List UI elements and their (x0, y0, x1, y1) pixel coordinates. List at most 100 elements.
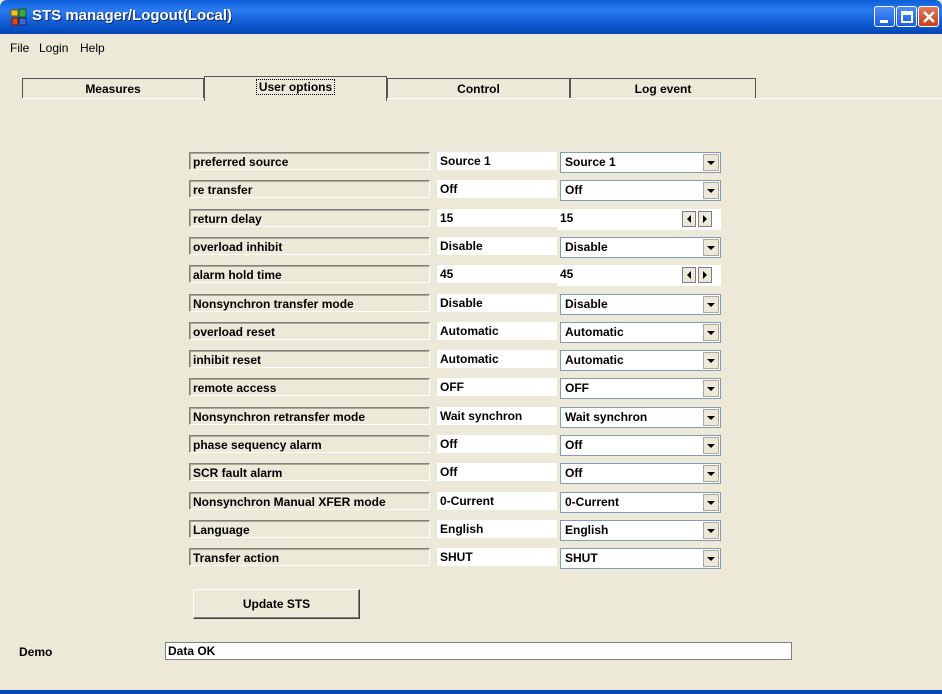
menu-help[interactable]: Help (80, 41, 105, 55)
dropdown-arrow-button[interactable] (703, 154, 719, 171)
option-label: Nonsynchron transfer mode (189, 294, 430, 312)
dropdown-value: Automatic (565, 325, 624, 339)
tab-log-event[interactable]: Log event (570, 78, 756, 98)
option-current-value: Off (437, 435, 557, 453)
option-dropdown[interactable]: OFF (560, 378, 721, 399)
chevron-down-icon (707, 472, 715, 476)
window-bottom-border (0, 690, 942, 694)
option-dropdown[interactable]: Off (560, 180, 721, 201)
option-current-value: OFF (437, 378, 557, 396)
dropdown-value: Off (565, 466, 583, 480)
option-current-value: Automatic (437, 322, 557, 340)
dropdown-arrow-button[interactable] (703, 296, 719, 313)
dropdown-arrow-button[interactable] (703, 324, 719, 341)
chevron-down-icon (707, 246, 715, 250)
dropdown-value: OFF (565, 381, 589, 395)
dropdown-value: Source 1 (565, 155, 616, 169)
dropdown-value: Wait synchron (565, 410, 648, 424)
option-current-value: Automatic (437, 350, 557, 368)
dropdown-arrow-button[interactable] (703, 239, 719, 256)
spinner-value: 45 (560, 267, 574, 281)
dropdown-arrow-button[interactable] (703, 522, 719, 539)
tab-user-options[interactable]: User options (204, 76, 387, 101)
update-sts-button[interactable]: Update STS (193, 589, 360, 619)
chevron-down-icon (707, 557, 715, 561)
spin-left-button[interactable] (682, 211, 696, 227)
spin-right-button[interactable] (698, 211, 712, 227)
option-label: alarm hold time (189, 265, 430, 283)
option-dropdown[interactable]: Disable (560, 237, 721, 258)
dropdown-value: SHUT (565, 551, 598, 565)
tab-label: Measures (85, 82, 141, 96)
option-label: re transfer (189, 180, 430, 198)
status-message: Data OK (165, 642, 792, 660)
option-current-value: 45 (437, 265, 557, 283)
tab-label: Control (457, 82, 500, 96)
option-spinner[interactable]: 15 (557, 209, 721, 230)
minimize-button[interactable] (874, 6, 895, 27)
dropdown-value: Off (565, 438, 583, 452)
dropdown-value: Disable (565, 240, 608, 254)
option-dropdown[interactable]: Wait synchron (560, 407, 721, 428)
chevron-down-icon (707, 444, 715, 448)
dropdown-value: Disable (565, 297, 608, 311)
option-dropdown[interactable]: English (560, 520, 721, 541)
triangle-right-icon (703, 215, 707, 223)
chevron-down-icon (707, 416, 715, 420)
title-bar[interactable]: STS manager/Logout(Local) (0, 0, 942, 34)
option-dropdown[interactable]: Off (560, 463, 721, 484)
option-current-value: English (437, 520, 557, 538)
tab-measures[interactable]: Measures (22, 78, 204, 98)
option-label: Language (189, 520, 430, 538)
dropdown-arrow-button[interactable] (703, 182, 719, 199)
option-label: inhibit reset (189, 350, 430, 368)
spinner-value: 15 (560, 211, 574, 225)
option-dropdown[interactable]: Source 1 (560, 152, 721, 173)
option-label: remote access (189, 378, 430, 396)
maximize-button[interactable] (896, 6, 917, 27)
option-label: return delay (189, 209, 430, 227)
option-label: SCR fault alarm (189, 463, 430, 481)
dropdown-value: Off (565, 183, 583, 197)
dropdown-arrow-button[interactable] (703, 352, 719, 369)
option-current-value: 15 (437, 209, 557, 227)
option-current-value: Off (437, 180, 557, 198)
tab-control[interactable]: Control (387, 78, 570, 98)
chevron-down-icon (707, 331, 715, 335)
dropdown-arrow-button[interactable] (703, 380, 719, 397)
option-dropdown[interactable]: Off (560, 435, 721, 456)
menu-file[interactable]: File (10, 41, 29, 55)
dropdown-arrow-button[interactable] (703, 550, 719, 567)
option-current-value: Disable (437, 237, 557, 255)
dropdown-arrow-button[interactable] (703, 437, 719, 454)
option-label: Nonsynchron retransfer mode (189, 407, 430, 425)
option-dropdown[interactable]: SHUT (560, 548, 721, 569)
close-button[interactable] (918, 6, 939, 27)
tab-label: User options (255, 79, 336, 95)
option-current-value: SHUT (437, 548, 557, 566)
option-dropdown[interactable]: 0-Current (560, 492, 721, 513)
option-dropdown[interactable]: Automatic (560, 350, 721, 371)
option-label: phase sequency alarm (189, 435, 430, 453)
dropdown-value: English (565, 523, 609, 537)
menu-bar (0, 34, 942, 56)
spin-left-button[interactable] (682, 267, 696, 283)
chevron-down-icon (707, 303, 715, 307)
chevron-down-icon (707, 161, 715, 165)
option-current-value: Wait synchron (437, 407, 557, 425)
option-label: preferred source (189, 152, 430, 170)
window-title: STS manager/Logout(Local) (32, 7, 233, 24)
dropdown-arrow-button[interactable] (703, 494, 719, 511)
maximize-icon (901, 11, 913, 23)
menu-login[interactable]: Login (39, 41, 68, 55)
option-dropdown[interactable]: Automatic (560, 322, 721, 343)
dropdown-arrow-button[interactable] (703, 409, 719, 426)
spin-right-button[interactable] (698, 267, 712, 283)
option-spinner[interactable]: 45 (557, 265, 721, 286)
dropdown-arrow-button[interactable] (703, 465, 719, 482)
option-dropdown[interactable]: Disable (560, 294, 721, 315)
option-current-value: Source 1 (437, 152, 557, 170)
minimize-icon (880, 20, 888, 23)
chevron-down-icon (707, 501, 715, 505)
option-label: Nonsynchron Manual XFER mode (189, 492, 430, 510)
